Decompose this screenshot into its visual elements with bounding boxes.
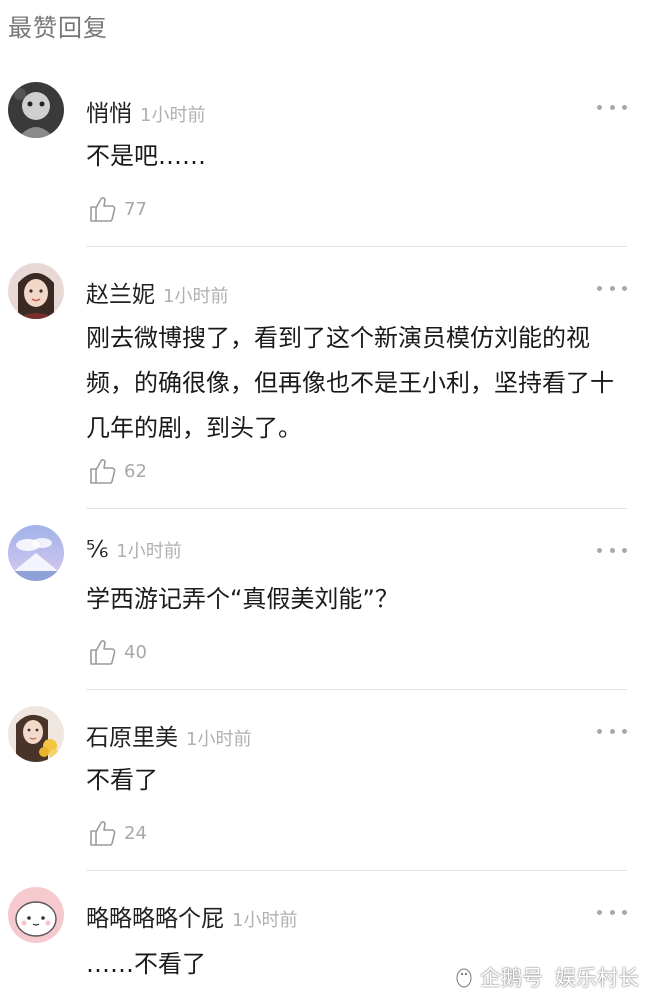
like-button[interactable]: 62 [88, 456, 147, 486]
like-button[interactable]: 77 [88, 194, 147, 224]
avatar[interactable] [8, 887, 64, 943]
comment-text: 不看了 [86, 766, 158, 794]
thumbs-up-icon [90, 197, 116, 222]
more-dots-icon[interactable] [597, 546, 627, 554]
timestamp: 1小时前 [186, 729, 252, 750]
thumbs-up-icon [90, 821, 116, 846]
penguin-logo-icon [456, 968, 472, 988]
more-dots-icon[interactable] [597, 103, 627, 111]
avatar[interactable] [8, 525, 64, 581]
divider [86, 508, 627, 509]
username[interactable]: 赵兰妮 1小时前 [86, 275, 228, 309]
username-text: 略略略略个屁 [86, 906, 224, 932]
watermark-brand: 企鹅号 [480, 966, 543, 990]
like-count: 62 [124, 460, 147, 482]
like-count: 24 [124, 822, 147, 844]
watermark: 企鹅号 娱乐村长 [454, 962, 639, 992]
username[interactable]: 略略略略个屁 1小时前 [86, 899, 297, 933]
divider [86, 689, 627, 690]
thumbs-up-icon [90, 459, 116, 484]
like-button[interactable]: 40 [88, 637, 147, 667]
like-button[interactable]: 24 [88, 818, 147, 848]
avatar[interactable] [8, 82, 64, 138]
username[interactable]: 石原里美 1小时前 [86, 718, 251, 752]
timestamp: 1小时前 [116, 541, 182, 562]
divider [86, 870, 627, 871]
username[interactable]: 悄悄 1小时前 [86, 94, 205, 128]
like-count: 77 [124, 198, 147, 220]
thumbs-up-icon [90, 640, 116, 665]
more-dots-icon[interactable] [597, 727, 627, 735]
comment-item: 赵兰妮 1小时前 刚去微博搜了，看到了这个新演员模仿刘能的视频，的确很像，但再像也… [0, 263, 655, 508]
comment-item: 石原里美 1小时前 不看了 24 [0, 706, 655, 871]
timestamp: 1小时前 [232, 910, 298, 931]
divider [86, 246, 627, 247]
username[interactable]: ⅚ 1小时前 [86, 537, 182, 563]
more-dots-icon[interactable] [597, 284, 627, 292]
avatar[interactable] [8, 263, 64, 319]
comment-item: 悄悄 1小时前 不是吧…… 77 [0, 82, 655, 247]
watermark-author: 娱乐村长 [555, 966, 639, 990]
username-text: ⅚ [86, 537, 109, 563]
comment-text: 学西游记弄个“真假美刘能”？ [86, 585, 399, 613]
comment-text: 刚去微博搜了，看到了这个新演员模仿刘能的视频，的确很像，但再像也不是王小利，坚持… [86, 324, 614, 442]
timestamp: 1小时前 [163, 286, 229, 307]
username-text: 悄悄 [86, 101, 132, 127]
more-dots-icon[interactable] [597, 908, 627, 916]
timestamp: 1小时前 [140, 105, 206, 126]
username-text: 石原里美 [86, 725, 178, 751]
like-count: 40 [124, 641, 147, 663]
username-text: 赵兰妮 [86, 282, 155, 308]
avatar[interactable] [8, 706, 64, 762]
section-title: 最赞回复 [8, 14, 108, 42]
comment-text: 不是吧…… [86, 142, 206, 170]
comment-item: ⅚ 1小时前 学西游记弄个“真假美刘能”？ 40 [0, 525, 655, 690]
